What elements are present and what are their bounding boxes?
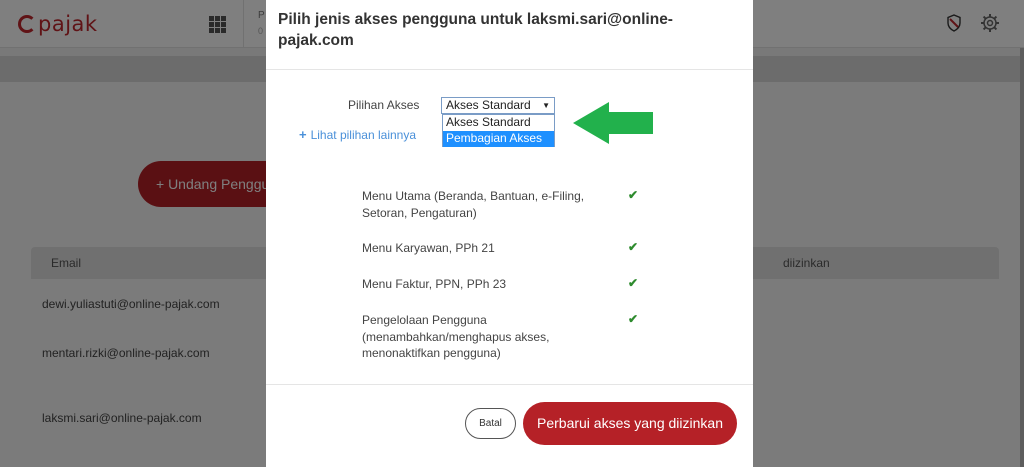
more-options-link[interactable]: + Lihat pilihan lainnya (299, 127, 416, 142)
access-select-value: Akses Standard (446, 98, 531, 112)
check-icon: ✔ (628, 188, 639, 202)
permission-item: Menu Karyawan, PPh 21 (362, 241, 495, 255)
plus-icon: + (299, 127, 307, 142)
option-akses-standard[interactable]: Akses Standard (443, 115, 554, 131)
permission-item: Menu Utama (Beranda, Bantuan, e-Filing, … (362, 189, 585, 220)
check-icon: ✔ (628, 312, 639, 326)
divider (266, 69, 753, 70)
update-access-button[interactable]: Perbarui akses yang diizinkan (523, 402, 737, 445)
option-pembagian-akses[interactable]: Pembagian Akses (443, 131, 554, 147)
divider (266, 384, 753, 385)
modal-title: Pilih jenis akses pengguna untuk laksmi.… (278, 11, 673, 49)
annotation-arrow-icon (573, 102, 653, 144)
dropdown-arrow-icon: ▼ (542, 101, 550, 110)
permission-item: Menu Faktur, PPN, PPh 23 (362, 277, 507, 291)
access-modal: Pilih jenis akses pengguna untuk laksmi.… (266, 0, 753, 467)
check-icon: ✔ (628, 276, 639, 290)
check-icon: ✔ (628, 240, 639, 254)
access-select[interactable]: Akses Standard ▼ (441, 97, 555, 114)
access-option-label: Pilihan Akses (348, 98, 420, 112)
cancel-button[interactable]: Batal (465, 408, 516, 439)
access-dropdown-list: Akses Standard Pembagian Akses (442, 114, 555, 147)
permission-item: Pengelolaan Pengguna (menambahkan/mengha… (362, 313, 550, 360)
more-options-label: Lihat pilihan lainnya (310, 127, 417, 142)
